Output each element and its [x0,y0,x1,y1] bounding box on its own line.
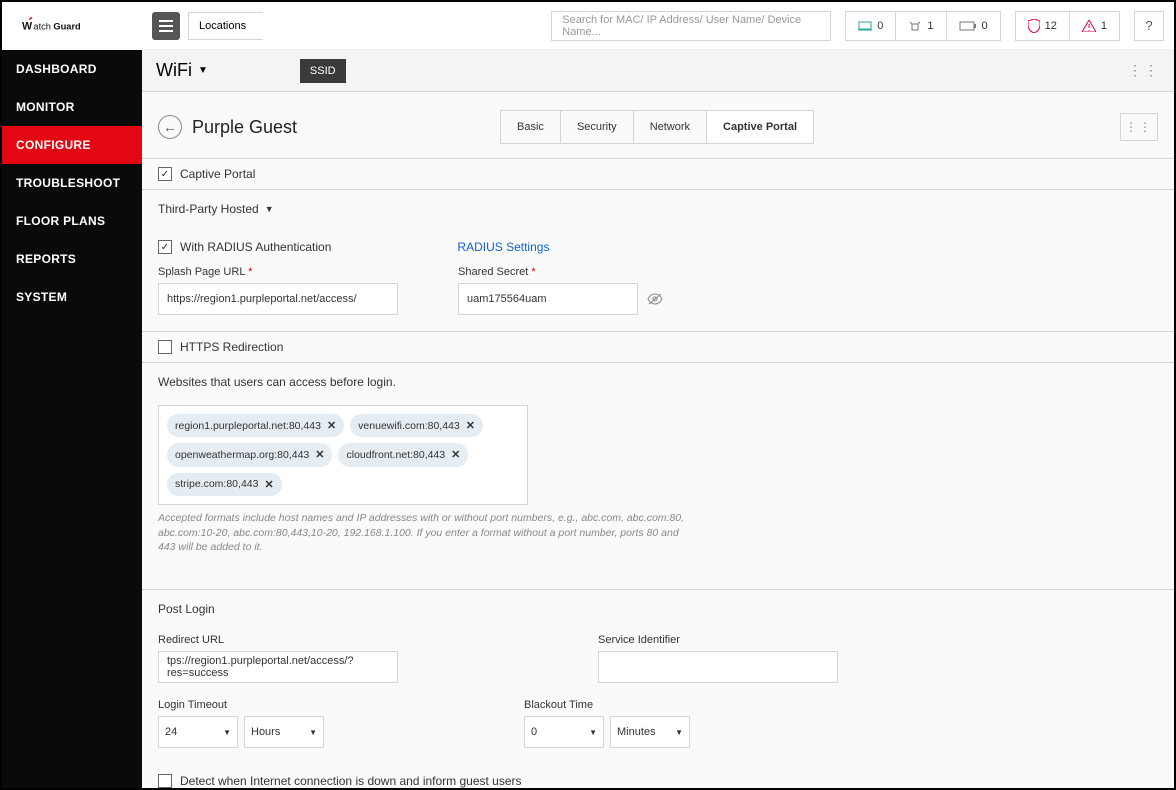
post-login-header: Post Login [158,590,1158,626]
splash-url-label: Splash Page URL [158,266,245,278]
ssid-chip[interactable]: SSID [300,59,346,83]
tab-network[interactable]: Network [634,111,707,143]
stat-clients[interactable]: 0 [846,12,896,40]
splash-url-input[interactable]: https://region1.purpleportal.net/access/ [158,283,398,315]
redirect-url-input[interactable]: tps://region1.purpleportal.net/access/?r… [158,651,398,683]
remove-tag-icon[interactable]: ✕ [264,478,273,491]
content: ← Purple Guest BasicSecurityNetworkCapti… [142,92,1174,788]
walled-garden-tag: stripe.com:80,443✕ [167,473,282,496]
shared-secret-label: Shared Secret [458,266,528,278]
walled-garden-tag: venuewifi.com:80,443✕ [350,414,483,437]
captive-portal-label: Captive Portal [180,167,255,181]
svg-text:W: W [22,21,33,33]
blackout-time-value[interactable]: 0▼ [524,716,604,748]
detect-internet-checkbox[interactable] [158,774,172,788]
tabs-more-icon[interactable]: ⋮⋮ [1120,113,1158,141]
locations-label: Locations [199,20,246,32]
page-title: Purple Guest [192,117,297,138]
remove-tag-icon[interactable]: ✕ [315,448,324,461]
svg-text:atch: atch [33,22,51,32]
nav-item-dashboard[interactable]: DASHBOARD [2,50,142,88]
nav-item-configure[interactable]: CONFIGURE [2,126,142,164]
walled-garden-hint: Accepted formats include host names and … [158,511,698,555]
service-identifier-label: Service Identifier [598,634,838,646]
locations-breadcrumb[interactable]: Locations [188,12,263,40]
page-header: ← Purple Guest BasicSecurityNetworkCapti… [154,102,1162,158]
topbar: Locations Search for MAC/ IP Address/ Us… [142,2,1174,50]
walled-garden-tag: openweathermap.org:80,443✕ [167,443,332,466]
visibility-toggle-icon[interactable] [646,290,664,308]
back-button[interactable]: ← [158,115,182,139]
radius-checkbox[interactable] [158,240,172,254]
radius-settings-link[interactable]: RADIUS Settings [457,240,549,254]
login-timeout-label: Login Timeout [158,699,324,711]
chevron-down-icon: ▼ [265,204,274,214]
svg-text:Guard: Guard [53,22,81,32]
nav-item-troubleshoot[interactable]: TROUBLESHOOT [2,164,142,202]
detect-internet-label: Detect when Internet connection is down … [180,774,522,788]
redirect-url-label: Redirect URL [158,634,398,646]
walled-garden-tag: cloudfront.net:80,443✕ [338,443,468,466]
tab-captive-portal[interactable]: Captive Portal [707,111,813,143]
https-redirection-checkbox[interactable] [158,340,172,354]
stat-power[interactable]: 0 [947,12,1000,40]
https-redirection-label: HTTPS Redirection [180,340,283,354]
status-alerts: 12 1 [1015,11,1120,41]
chevron-down-icon: ▼ [198,65,208,76]
sidebar: WatchGuard DASHBOARDMONITORCONFIGURETROU… [2,2,142,788]
stat-shield[interactable]: 12 [1016,12,1070,40]
radius-label: With RADIUS Authentication [180,240,331,254]
tab-basic[interactable]: Basic [501,111,561,143]
login-timeout-value[interactable]: 24▼ [158,716,238,748]
wifi-bar: WiFi ▼ SSID ⋮⋮ [142,50,1174,92]
nav-item-monitor[interactable]: MONITOR [2,88,142,126]
brand-logo: WatchGuard [2,2,142,50]
login-timeout-unit[interactable]: Hours▼ [244,716,324,748]
tabs: BasicSecurityNetworkCaptive Portal [500,110,814,144]
captive-portal-checkbox[interactable] [158,167,172,181]
remove-tag-icon[interactable]: ✕ [327,419,336,432]
blackout-time-unit[interactable]: Minutes▼ [610,716,690,748]
shared-secret-input[interactable]: uam175564uam [458,283,638,315]
nav-item-floor-plans[interactable]: FLOOR PLANS [2,202,142,240]
service-identifier-input[interactable] [598,651,838,683]
grip-icon[interactable]: ⋮⋮ [1128,62,1160,79]
remove-tag-icon[interactable]: ✕ [451,448,460,461]
remove-tag-icon[interactable]: ✕ [466,419,475,432]
walled-garden-input[interactable]: region1.purpleportal.net:80,443✕ venuewif… [158,405,528,505]
help-button[interactable]: ? [1134,11,1164,41]
blackout-time-label: Blackout Time [524,699,690,711]
search-input[interactable]: Search for MAC/ IP Address/ User Name/ D… [551,11,831,41]
menu-icon[interactable] [152,12,180,40]
nav-item-system[interactable]: SYSTEM [2,278,142,316]
nav-item-reports[interactable]: REPORTS [2,240,142,278]
stat-aps[interactable]: 1 [896,12,946,40]
stat-warning[interactable]: 1 [1070,12,1119,40]
wifi-dropdown[interactable]: WiFi ▼ [156,60,208,81]
wifi-title: WiFi [156,60,192,81]
main: Locations Search for MAC/ IP Address/ Us… [142,2,1174,788]
search-placeholder: Search for MAC/ IP Address/ User Name/ D… [562,14,820,38]
tab-security[interactable]: Security [561,111,634,143]
hosting-dropdown[interactable]: Third-Party Hosted ▼ [158,190,1158,226]
walled-garden-tag: region1.purpleportal.net:80,443✕ [167,414,344,437]
status-stats: 0 1 0 [845,11,1000,41]
walled-garden-header: Websites that users can access before lo… [158,363,1158,399]
